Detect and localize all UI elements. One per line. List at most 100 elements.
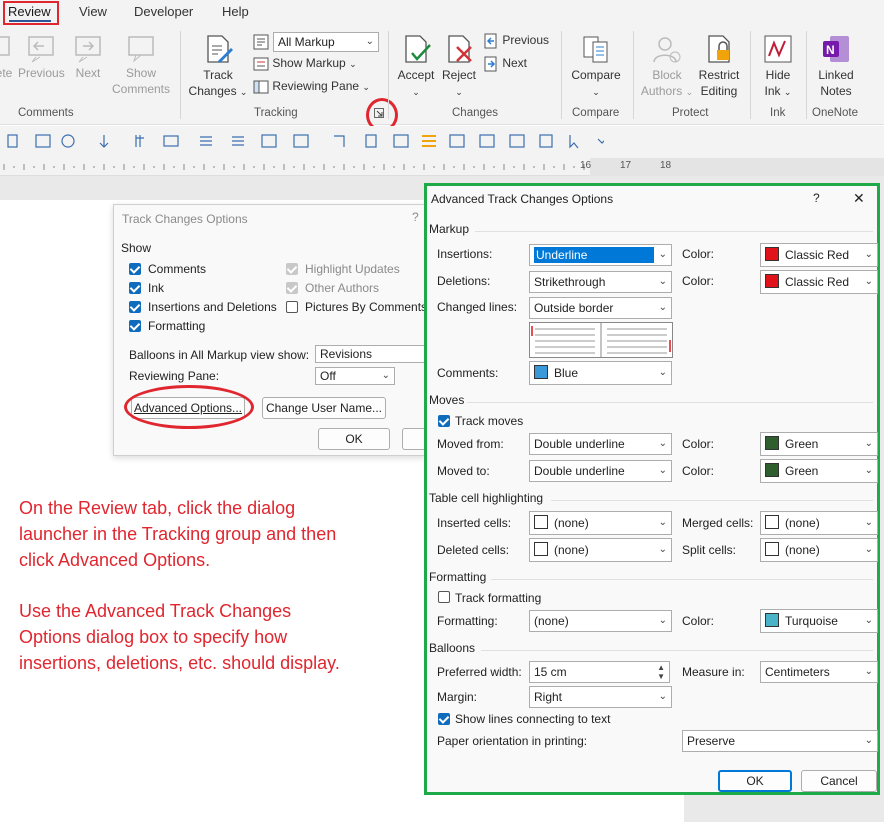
advanced-cancel-button[interactable]: Cancel bbox=[801, 770, 877, 792]
reject-button[interactable]: Reject ⌄ bbox=[438, 33, 480, 100]
review-tab-underline bbox=[9, 20, 51, 22]
moved-from-select[interactable]: Double underline ⌄ bbox=[529, 433, 672, 455]
tab-view[interactable]: View bbox=[79, 4, 107, 19]
chevron-down-icon: ⌄ bbox=[658, 465, 667, 476]
markup-select[interactable]: All Markup ⌄ bbox=[273, 32, 379, 52]
previous-change-button[interactable]: Previous bbox=[483, 32, 553, 49]
show-markup-label: Show Markup bbox=[272, 56, 346, 70]
moved-to-label: Moved to: bbox=[437, 464, 490, 478]
merged-cells-select[interactable]: (none) ⌄ bbox=[760, 511, 878, 535]
next-change-label: Next bbox=[502, 56, 528, 70]
next-comment-button[interactable]: Next bbox=[68, 33, 108, 81]
group-separator bbox=[388, 31, 389, 119]
balloons-select[interactable]: Revisions bbox=[315, 345, 425, 363]
ok-button[interactable]: OK bbox=[318, 428, 390, 450]
other-authors-checkbox[interactable] bbox=[286, 282, 298, 294]
show-comments-icon bbox=[128, 36, 154, 63]
green-swatch bbox=[765, 436, 779, 450]
insertions-select[interactable]: Underline ⌄ bbox=[529, 244, 672, 266]
help-icon[interactable]: ? bbox=[412, 210, 419, 224]
track-formatting-checkbox[interactable] bbox=[438, 591, 450, 603]
track-moves-label: Track moves bbox=[455, 414, 524, 428]
deleted-cells-label: Deleted cells: bbox=[437, 543, 510, 557]
reviewing-pane-select[interactable]: Off ⌄ bbox=[315, 367, 395, 385]
preferred-width-input[interactable]: 15 cm ▲ ▼ bbox=[529, 661, 670, 683]
reviewing-pane-button[interactable]: Reviewing Pane ⌄ bbox=[253, 78, 377, 95]
margin-select[interactable]: Right ⌄ bbox=[529, 686, 672, 708]
block-authors-button[interactable]: Block Authors ⌄ bbox=[638, 33, 696, 100]
track-changes-options-dialog: Track Changes Options ? Show Comments In… bbox=[113, 204, 432, 456]
chevron-down-icon: ⌄ bbox=[658, 302, 667, 313]
ok-label: OK bbox=[345, 432, 363, 446]
linked-notes-label-1: Linked bbox=[818, 68, 854, 82]
restrict-editing-button[interactable]: Restrict Editing bbox=[694, 33, 744, 99]
tab-developer[interactable]: Developer bbox=[134, 4, 193, 19]
markup-section-heading: Markup bbox=[429, 222, 470, 236]
chevron-down-icon: ⌄ bbox=[864, 666, 873, 677]
show-lines-label: Show lines connecting to text bbox=[455, 712, 611, 726]
measure-in-select[interactable]: Centimeters ⌄ bbox=[760, 661, 878, 683]
moved-from-color-select[interactable]: Green ⌄ bbox=[760, 432, 878, 456]
formatting-select[interactable]: (none) ⌄ bbox=[529, 610, 672, 632]
insertions-deletions-checkbox[interactable] bbox=[129, 301, 141, 313]
preferred-width-label: Preferred width: bbox=[437, 665, 522, 679]
next-change-button[interactable]: Next bbox=[483, 55, 553, 72]
toolbar-icon-strip bbox=[7, 134, 604, 149]
moved-to-select-value: Double underline bbox=[534, 464, 625, 478]
chevron-down-icon: ⌄ bbox=[658, 249, 667, 260]
moved-from-color-label: Color: bbox=[682, 437, 715, 451]
insertions-color-select[interactable]: Classic Red ⌄ bbox=[760, 243, 878, 267]
compare-button[interactable]: Compare ⌄ bbox=[566, 33, 626, 100]
delete-comment-label: ete bbox=[0, 66, 13, 80]
formatting-color-select[interactable]: Turquoise ⌄ bbox=[760, 609, 878, 633]
formatting-select-value: (none) bbox=[534, 614, 569, 628]
previous-comment-button[interactable]: Previous bbox=[18, 33, 65, 81]
moved-to-select[interactable]: Double underline ⌄ bbox=[529, 460, 672, 482]
deletions-select[interactable]: Strikethrough ⌄ bbox=[529, 271, 672, 293]
highlight-updates-checkbox[interactable] bbox=[286, 263, 298, 275]
chevron-down-icon: ⌄ bbox=[864, 735, 873, 746]
close-icon[interactable]: ✕ bbox=[853, 190, 865, 207]
track-moves-checkbox[interactable] bbox=[438, 415, 450, 427]
show-markup-button[interactable]: Show Markup ⌄ bbox=[253, 55, 363, 72]
svg-text:N: N bbox=[826, 43, 835, 57]
spinner-icon[interactable]: ▲ ▼ bbox=[657, 663, 665, 681]
show-comments-button[interactable]: Show Comments bbox=[112, 33, 170, 97]
split-cells-select[interactable]: (none) ⌄ bbox=[760, 538, 878, 562]
deleted-cells-select[interactable]: (none) ⌄ bbox=[529, 538, 672, 562]
moved-to-color-value: Green bbox=[785, 464, 819, 478]
deletions-select-value: Strikethrough bbox=[534, 275, 606, 289]
comments-group-label: Comments bbox=[18, 107, 74, 119]
pictures-by-comments-checkbox[interactable] bbox=[286, 301, 298, 313]
insertions-color-label: Color: bbox=[682, 247, 715, 261]
inserted-cells-select[interactable]: (none) ⌄ bbox=[529, 511, 672, 535]
compare-icon bbox=[583, 36, 608, 63]
display-for-review-icon bbox=[253, 34, 269, 50]
paper-orientation-select[interactable]: Preserve ⌄ bbox=[682, 730, 878, 752]
advanced-ok-button[interactable]: OK bbox=[718, 770, 792, 792]
green-swatch bbox=[765, 463, 779, 477]
hide-ink-button[interactable]: Hide Ink ⌄ bbox=[756, 33, 800, 100]
ink-checkbox[interactable] bbox=[129, 282, 141, 294]
accept-icon bbox=[405, 35, 431, 63]
linked-notes-button[interactable]: N Linked Notes bbox=[810, 33, 862, 99]
delete-comment-button[interactable]: ete bbox=[0, 33, 14, 81]
changed-lines-select[interactable]: Outside border ⌄ bbox=[529, 297, 672, 319]
comments-color-select[interactable]: Blue ⌄ bbox=[529, 361, 672, 385]
tab-help[interactable]: Help bbox=[222, 4, 249, 19]
comments-checkbox[interactable] bbox=[129, 263, 141, 275]
accept-label: Accept bbox=[397, 68, 435, 82]
formatting-checkbox[interactable] bbox=[129, 320, 141, 332]
help-icon[interactable]: ? bbox=[813, 191, 820, 205]
moved-to-color-select[interactable]: Green ⌄ bbox=[760, 459, 878, 483]
track-changes-button[interactable]: Track Changes ⌄ bbox=[188, 33, 248, 100]
hide-ink-label-1: Hide bbox=[765, 68, 791, 82]
change-user-name-button[interactable]: Change User Name... bbox=[262, 397, 386, 419]
show-lines-checkbox[interactable] bbox=[438, 713, 450, 725]
moved-from-select-value: Double underline bbox=[534, 437, 625, 451]
ruler-mark-18: 18 bbox=[660, 160, 672, 171]
none-swatch bbox=[534, 542, 548, 556]
accept-button[interactable]: Accept ⌄ bbox=[394, 33, 438, 100]
track-changes-icon bbox=[207, 35, 233, 63]
deletions-color-select[interactable]: Classic Red ⌄ bbox=[760, 270, 878, 294]
